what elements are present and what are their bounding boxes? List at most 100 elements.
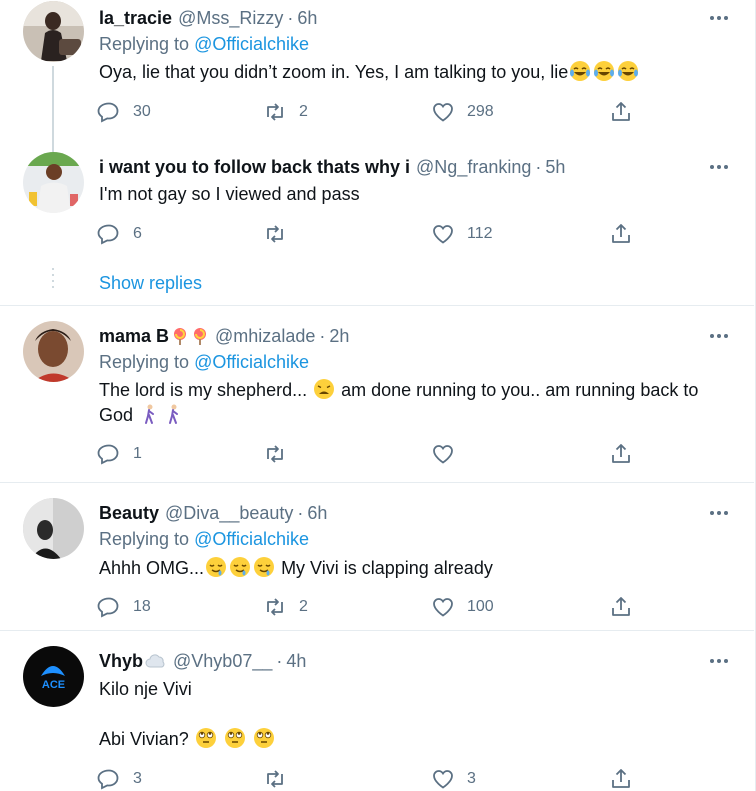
like-button[interactable]: 100: [431, 593, 494, 621]
reply-button[interactable]: 3: [97, 765, 142, 791]
like-button[interactable]: 298: [431, 98, 494, 126]
retweet-count: 2: [299, 103, 308, 120]
rolling-eyes-emoji-icon: [195, 728, 216, 748]
person-walking-emoji-icon: [145, 404, 155, 424]
retweet-icon: [267, 445, 283, 463]
show-replies-link[interactable]: Show replies: [99, 273, 202, 294]
timestamp[interactable]: 4h: [286, 651, 306, 672]
drooling-face-emoji-icon: [230, 557, 251, 577]
replying-to-label: Replying to: [99, 34, 190, 54]
share-icon: [612, 102, 630, 121]
tweet-text: Abi Vivian?: [99, 727, 739, 752]
like-count: 3: [467, 770, 476, 787]
tweet-la-tracie[interactable]: la_tracie @Mss_Rizzy · 6h Replying to @O…: [0, 0, 754, 160]
display-name[interactable]: la_tracie: [99, 8, 172, 29]
share-button[interactable]: [609, 593, 633, 621]
reply-button[interactable]: 6: [97, 220, 142, 248]
share-icon: [612, 444, 630, 463]
tweet-text-line1: Kilo nje Vivi: [99, 679, 192, 699]
reply-button[interactable]: 1: [97, 440, 142, 468]
reply-count: 3: [133, 770, 142, 787]
reply-count: 1: [133, 445, 142, 462]
more-icon[interactable]: [707, 6, 731, 30]
tears-of-joy-emoji-icon: [594, 61, 615, 81]
like-button[interactable]: [431, 440, 467, 468]
timestamp[interactable]: 6h: [297, 8, 317, 29]
tweet-mhizalade[interactable]: mama B @mhizalade · 2h Replying to @Offi…: [0, 306, 754, 482]
share-button[interactable]: [609, 440, 633, 468]
tweet-ng-franking[interactable]: i want you to follow back thats why i @N…: [0, 148, 754, 306]
like-icon: [433, 225, 453, 244]
like-button[interactable]: 112: [431, 220, 493, 248]
rolling-eyes-emoji-icon: [224, 728, 245, 748]
user-handle[interactable]: @Ng_franking: [416, 157, 531, 178]
lollipop-icon: [174, 328, 187, 345]
user-handle[interactable]: @Vhyb07__: [173, 651, 272, 672]
retweet-button[interactable]: [263, 765, 299, 791]
tweet-diva-beauty[interactable]: Beauty @Diva__beauty · 6h Replying to @O…: [0, 483, 754, 630]
timestamp[interactable]: 2h: [329, 326, 349, 347]
person-walking-emoji-icon: [169, 404, 179, 424]
tweet-text-a: Ahhh OMG...: [99, 558, 205, 578]
replying-to: Replying to @Officialchike: [99, 529, 309, 550]
reply-button[interactable]: 30: [97, 98, 151, 126]
reply-button[interactable]: 18: [97, 593, 151, 621]
tweet-text: I'm not gay so I viewed and pass: [99, 182, 739, 207]
like-icon: [433, 598, 453, 617]
display-name[interactable]: i want you to follow back thats why i: [99, 157, 410, 178]
tweet-header: Vhyb @Vhyb07__ · 4h: [99, 649, 306, 673]
tweet-text: The lord is my shepherd... am done runni…: [99, 378, 739, 428]
cloud-icon: [145, 654, 165, 668]
reply-icon: [97, 769, 119, 790]
thread-line: [52, 66, 54, 160]
share-button[interactable]: [609, 98, 633, 126]
retweet-button[interactable]: 2: [263, 98, 308, 126]
avatar[interactable]: [23, 152, 84, 213]
retweet-button[interactable]: [263, 440, 299, 468]
reply-count: 18: [133, 598, 151, 615]
avatar[interactable]: [23, 498, 84, 559]
reply-count: 30: [133, 103, 151, 120]
user-handle[interactable]: @Mss_Rizzy: [178, 8, 283, 29]
retweet-count: 2: [299, 598, 308, 615]
replying-to-link[interactable]: @Officialchike: [194, 34, 309, 54]
avatar[interactable]: ACE: [23, 646, 84, 707]
retweet-icon: [267, 225, 283, 243]
display-name[interactable]: Beauty: [99, 503, 159, 524]
replying-to: Replying to @Officialchike: [99, 352, 309, 373]
timestamp[interactable]: 5h: [545, 157, 565, 178]
share-icon: [612, 224, 630, 243]
more-icon[interactable]: [707, 649, 731, 673]
thread-dots: [52, 268, 54, 292]
tears-of-joy-emoji-icon: [618, 61, 639, 81]
avatar[interactable]: [23, 1, 84, 62]
tweet-actions: 30 2 298: [97, 98, 637, 126]
tweet-text-b: My Vivi is clapping already: [281, 558, 493, 578]
tweet-text-line1: The lord is my shepherd...: [99, 380, 308, 400]
display-name[interactable]: Vhyb: [99, 651, 143, 672]
reply-icon: [97, 597, 119, 618]
like-button[interactable]: 3: [431, 765, 476, 791]
replies-feed: la_tracie @Mss_Rizzy · 6h Replying to @O…: [0, 0, 756, 791]
user-handle[interactable]: @mhizalade: [215, 326, 315, 347]
tweet-text-line2: God: [99, 405, 134, 425]
share-button[interactable]: [609, 220, 633, 248]
replying-to-label: Replying to: [99, 352, 190, 372]
tweet-text: Kilo nje Vivi: [99, 677, 739, 702]
avatar[interactable]: [23, 321, 84, 382]
reply-icon: [97, 444, 119, 465]
replying-to-link[interactable]: @Officialchike: [194, 529, 309, 549]
retweet-button[interactable]: 2: [263, 593, 308, 621]
retweet-button[interactable]: [263, 220, 299, 248]
tweet-vhyb[interactable]: ACE Vhyb @Vhyb07__ · 4h Kilo nje Vivi Ab…: [0, 631, 754, 791]
replying-to-link[interactable]: @Officialchike: [194, 352, 309, 372]
timestamp[interactable]: 6h: [307, 503, 327, 524]
drooling-face-emoji-icon: [254, 557, 275, 577]
display-name[interactable]: mama B: [99, 326, 169, 347]
more-icon[interactable]: [707, 501, 731, 525]
retweet-icon: [267, 598, 283, 616]
more-icon[interactable]: [707, 155, 731, 179]
share-button[interactable]: [609, 765, 633, 791]
user-handle[interactable]: @Diva__beauty: [165, 503, 293, 524]
more-icon[interactable]: [707, 324, 731, 348]
